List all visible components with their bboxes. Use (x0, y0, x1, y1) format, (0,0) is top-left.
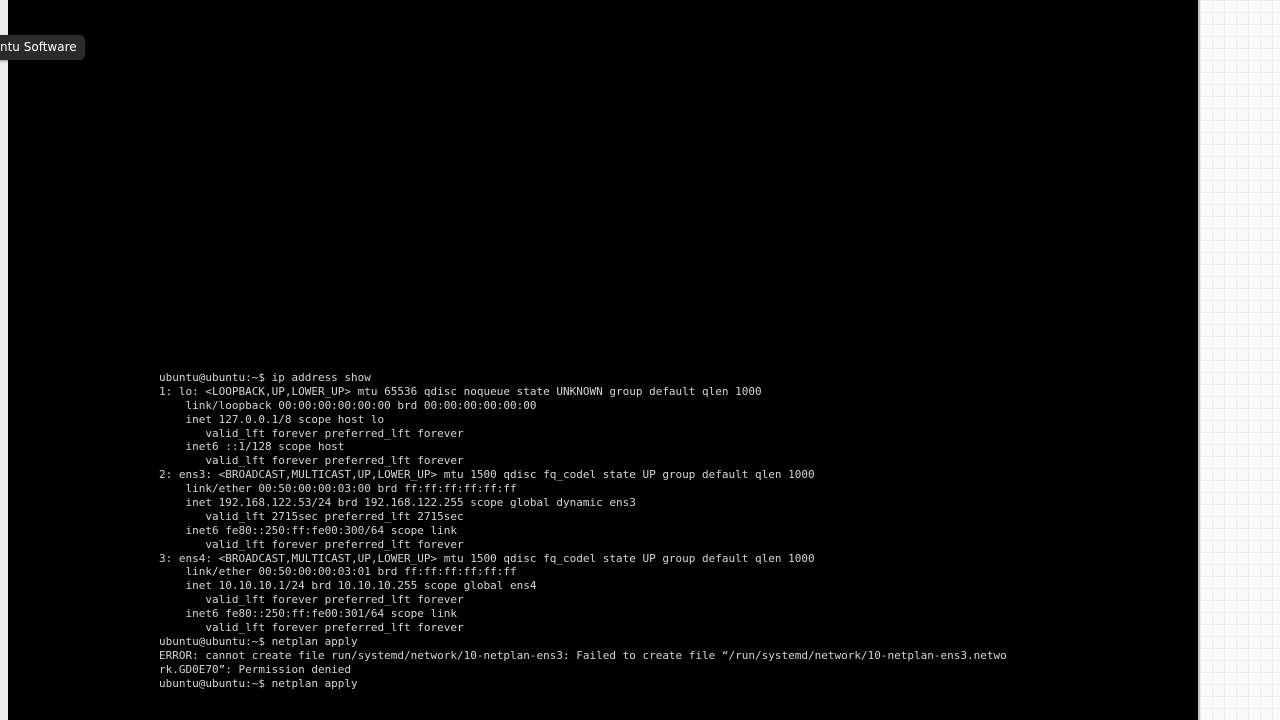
terminal-line: valid_lft forever preferred_lft forever (159, 454, 464, 468)
terminal-line: link/loopback 00:00:00:00:00:00 brd 00:0… (159, 398, 537, 412)
screen: ubuntu@ubuntu:~$ ip address show 1: lo: <… (0, 0, 1280, 720)
terminal-window[interactable]: ubuntu@ubuntu:~$ ip address show 1: lo: <… (8, 0, 1198, 720)
terminal-line: valid_lft forever preferred_lft forever (159, 537, 464, 551)
terminal-line: inet 192.168.122.53/24 brd 192.168.122.2… (159, 496, 636, 510)
terminal-line: inet 127.0.0.1/8 scope host lo (159, 412, 385, 426)
terminal-line: inet6 ::1/128 scope host (159, 440, 345, 454)
terminal-line: valid_lft forever preferred_lft forever (159, 593, 464, 607)
terminal-line: inet6 fe80::250:ff:fe00:300/64 scope lin… (159, 523, 458, 537)
terminal-line: link/ether 00:50:00:00:03:00 brd ff:ff:f… (159, 482, 517, 496)
terminal-line: rk.GD0E70”: Permission denied (159, 662, 352, 676)
terminal-line: ubuntu@ubuntu:~$ netplan apply (159, 676, 358, 690)
terminal-line: inet6 fe80::250:ff:fe00:301/64 scope lin… (159, 607, 458, 621)
terminal-line: ERROR: cannot create file run/systemd/ne… (159, 648, 1007, 662)
terminal-line: 2: ens3: <BROADCAST,MULTICAST,UP,LOWER_U… (159, 468, 815, 482)
terminal-line: ubuntu@ubuntu:~$ netplan apply (159, 634, 358, 648)
terminal-output[interactable]: ubuntu@ubuntu:~$ ip address show 1: lo: <… (159, 371, 1007, 690)
dock-tooltip: ntu Software (0, 35, 85, 60)
terminal-line: valid_lft 2715sec preferred_lft 2715sec (159, 509, 464, 523)
terminal-line: valid_lft forever preferred_lft forever (159, 621, 464, 635)
terminal-line: link/ether 00:50:00:00:03:01 brd ff:ff:f… (159, 565, 517, 579)
terminal-line: ubuntu@ubuntu:~$ ip address show (159, 371, 371, 384)
terminal-line: 3: ens4: <BROADCAST,MULTICAST,UP,LOWER_U… (159, 551, 815, 565)
terminal-line: 1: lo: <LOOPBACK,UP,LOWER_UP> mtu 65536 … (159, 384, 762, 398)
background-window-grid (1200, 0, 1280, 720)
terminal-line: inet 10.10.10.1/24 brd 10.10.10.255 scop… (159, 579, 537, 593)
desktop-left-edge (0, 0, 8, 720)
terminal-line: valid_lft forever preferred_lft forever (159, 426, 464, 440)
